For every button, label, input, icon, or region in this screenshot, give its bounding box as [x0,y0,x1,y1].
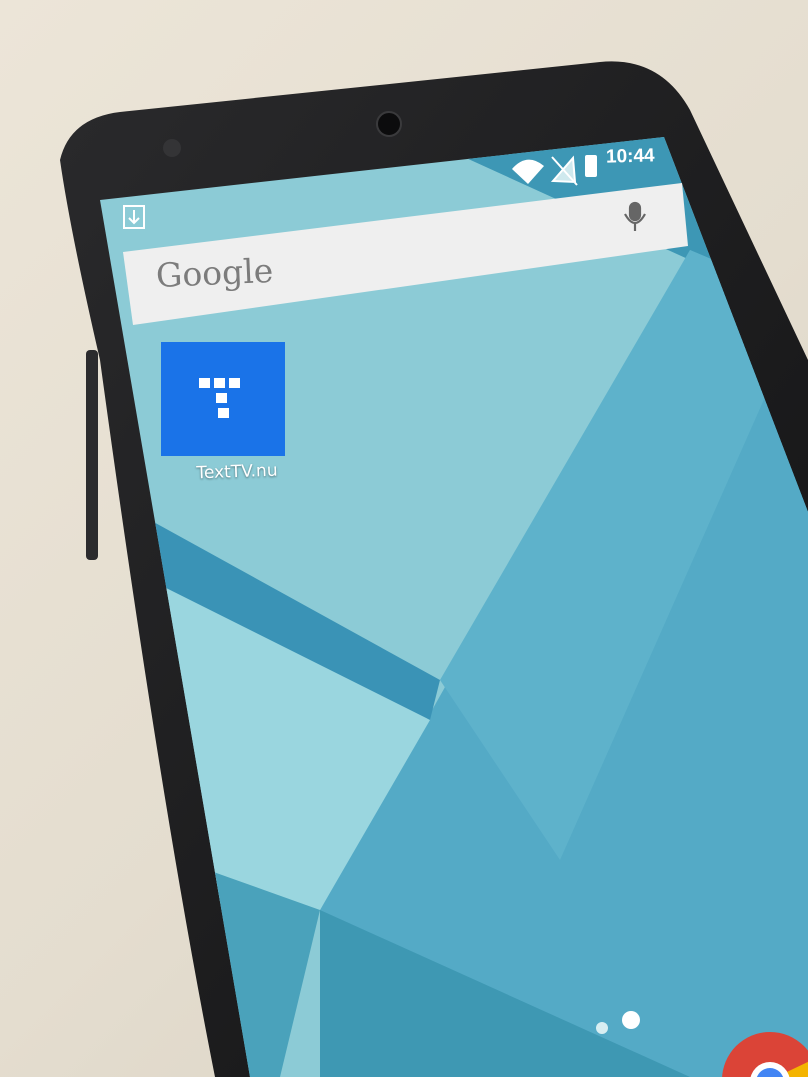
page-dot-2 [622,1011,640,1029]
volume-button [86,350,98,560]
google-logo[interactable]: Google [155,251,274,295]
status-clock: 10:44 [605,145,655,168]
texttv-logo-pixel-4 [216,393,227,403]
texttv-logo-pixel-5 [218,408,229,418]
battery-icon [585,155,597,177]
texttv-app-icon[interactable] [161,342,285,456]
page-dot-1 [596,1022,608,1034]
proximity-sensor [163,139,181,157]
texttv-logo-pixel-1 [199,378,210,388]
texttv-logo-pixel-2 [214,378,225,388]
front-camera [376,111,402,137]
phone-device [60,61,808,1077]
texttv-logo-pixel-3 [229,378,240,388]
